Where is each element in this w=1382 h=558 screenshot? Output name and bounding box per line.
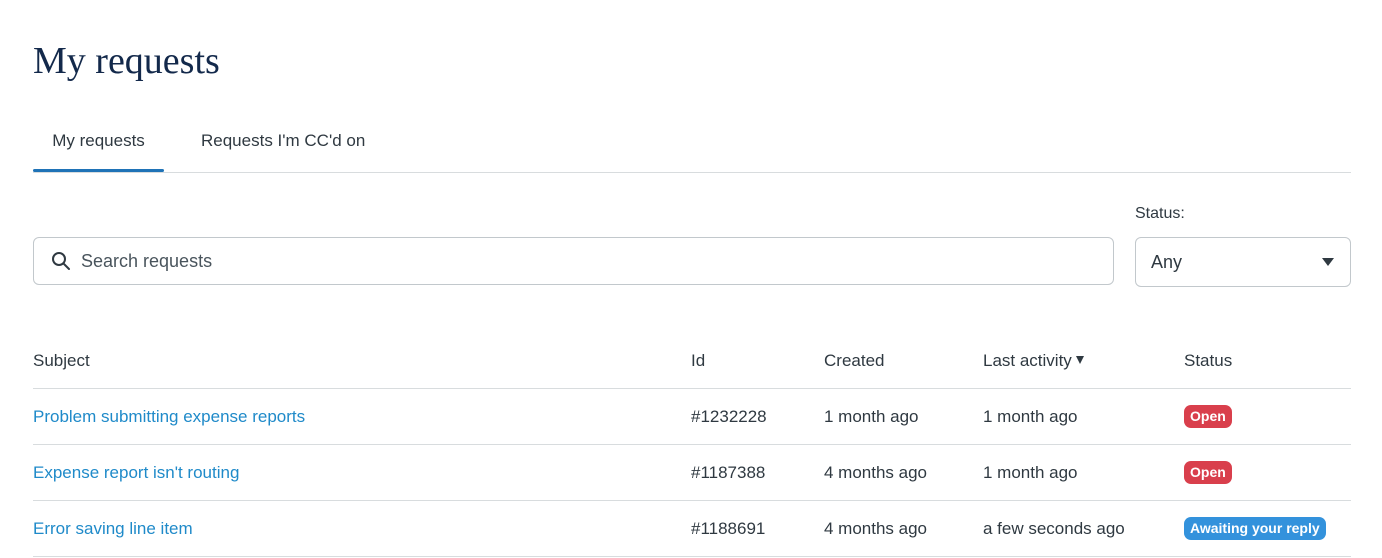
tab-my-requests[interactable]: My requests — [33, 112, 164, 172]
column-header-id[interactable]: Id — [691, 334, 824, 389]
request-last-activity: a few seconds ago — [983, 500, 1184, 557]
request-status-cell: Awaiting your reply — [1184, 500, 1351, 557]
request-created: 1 month ago — [824, 388, 983, 445]
column-header-last-activity[interactable]: Last activity — [983, 334, 1184, 389]
request-tabs: My requests Requests I'm CC'd on — [33, 112, 1351, 173]
request-id: #1187388 — [691, 444, 824, 501]
column-header-subject[interactable]: Subject — [33, 334, 691, 389]
request-id: #1232228 — [691, 388, 824, 445]
status-badge: Open — [1184, 405, 1232, 428]
table-row: Error saving line item #1188691 4 months… — [33, 500, 1351, 557]
sort-descending-icon — [1075, 356, 1084, 364]
status-filter-label: Status: — [1135, 205, 1185, 222]
column-header-status[interactable]: Status — [1184, 334, 1351, 389]
request-last-activity: 1 month ago — [983, 444, 1184, 501]
request-created: 4 months ago — [824, 444, 983, 501]
request-status-cell: Open — [1184, 444, 1351, 501]
page-title: My requests — [33, 40, 220, 82]
request-id: #1188691 — [691, 500, 824, 557]
tab-requests-ccd-on[interactable]: Requests I'm CC'd on — [201, 112, 365, 170]
requests-table: Subject Id Created Last activity Status … — [33, 334, 1351, 557]
request-last-activity: 1 month ago — [983, 388, 1184, 445]
request-subject-cell: Problem submitting expense reports — [33, 388, 691, 445]
chevron-down-icon — [1322, 258, 1334, 266]
request-subject-link[interactable]: Problem submitting expense reports — [33, 407, 305, 426]
status-badge: Awaiting your reply — [1184, 517, 1326, 540]
table-row: Problem submitting expense reports #1232… — [33, 388, 1351, 445]
request-subject-cell: Expense report isn't routing — [33, 444, 691, 501]
search-icon — [51, 251, 71, 271]
status-badge: Open — [1184, 461, 1232, 484]
request-created: 4 months ago — [824, 500, 983, 557]
request-status-cell: Open — [1184, 388, 1351, 445]
table-row: Expense report isn't routing #1187388 4 … — [33, 444, 1351, 501]
search-box[interactable] — [33, 237, 1114, 285]
search-input[interactable] — [81, 239, 1101, 283]
request-subject-link[interactable]: Expense report isn't routing — [33, 463, 239, 482]
table-header-row: Subject Id Created Last activity Status — [33, 334, 1351, 389]
request-subject-cell: Error saving line item — [33, 500, 691, 557]
column-header-created[interactable]: Created — [824, 334, 983, 389]
column-header-last-activity-label: Last activity — [983, 351, 1072, 370]
status-filter-value: Any — [1151, 252, 1183, 272]
request-subject-link[interactable]: Error saving line item — [33, 519, 193, 538]
status-filter-select[interactable]: Any — [1135, 237, 1351, 287]
